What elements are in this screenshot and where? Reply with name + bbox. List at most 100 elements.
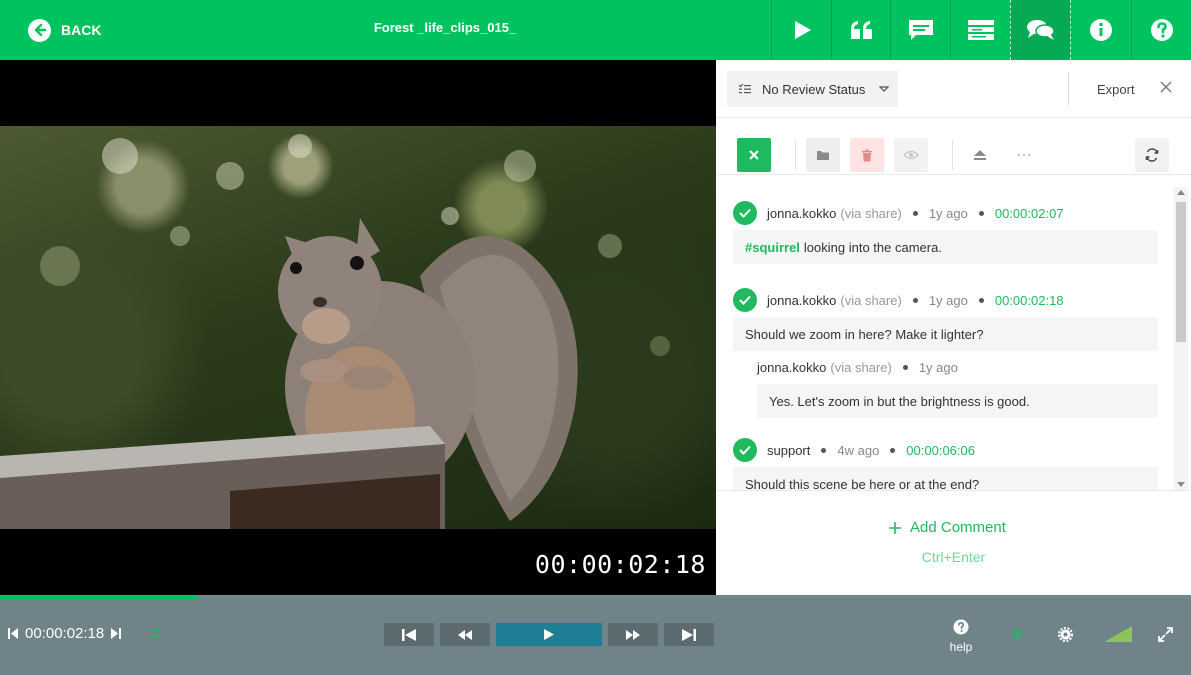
reply-body[interactable]: Yes. Let's zoom in but the brightness is… bbox=[757, 384, 1158, 418]
reply-time: 1y ago bbox=[918, 359, 958, 375]
comment-timecode-link[interactable]: 00:00:06:06 bbox=[906, 443, 975, 458]
back-button[interactable]: BACK bbox=[28, 18, 101, 42]
checkmark-icon[interactable] bbox=[733, 438, 757, 462]
help-label: help bbox=[949, 640, 973, 654]
skip-end-icon bbox=[682, 628, 696, 641]
visibility-button[interactable] bbox=[894, 138, 928, 172]
scroll-up-icon[interactable] bbox=[1177, 190, 1185, 195]
video-frame[interactable] bbox=[0, 126, 716, 529]
chat-icon bbox=[1026, 20, 1055, 40]
eye-icon bbox=[903, 150, 919, 160]
toolbar-divider bbox=[716, 117, 1191, 118]
export-button[interactable]: Export bbox=[1068, 72, 1135, 106]
page-title: Forest _life_clips_015_ bbox=[373, 20, 517, 35]
player-controls: 00:00:02:18 help bbox=[0, 599, 1191, 675]
comment-scrollbar[interactable] bbox=[1174, 187, 1188, 490]
chat-tab-button[interactable] bbox=[1010, 0, 1070, 60]
dot-separator bbox=[978, 297, 984, 303]
dot-separator bbox=[902, 364, 908, 370]
dot-separator bbox=[912, 210, 918, 216]
delete-button[interactable] bbox=[850, 138, 884, 172]
gear-icon[interactable] bbox=[1058, 627, 1073, 642]
separator bbox=[795, 140, 796, 170]
comment-via: (via share) bbox=[840, 205, 902, 221]
play-tab-button[interactable] bbox=[771, 0, 831, 60]
dot-separator bbox=[912, 297, 918, 303]
add-comment-label: Add Comment bbox=[910, 519, 1006, 536]
help-icon bbox=[953, 619, 969, 635]
fullscreen-icon[interactable] bbox=[1158, 627, 1173, 642]
comment-body[interactable]: Should this scene be here or at the end? bbox=[733, 467, 1158, 490]
clear-filter-button[interactable] bbox=[737, 138, 771, 172]
comment-author: jonna.kokko bbox=[767, 205, 837, 221]
compose-divider bbox=[716, 490, 1191, 491]
go-to-start-button[interactable] bbox=[384, 623, 434, 646]
loop-icon[interactable] bbox=[149, 627, 163, 640]
refresh-icon bbox=[1145, 148, 1159, 162]
dot-separator bbox=[821, 447, 827, 453]
back-label: BACK bbox=[61, 22, 102, 38]
close-icon[interactable] bbox=[1160, 80, 1172, 98]
layout-tab-button[interactable] bbox=[950, 0, 1010, 60]
close-icon bbox=[749, 150, 759, 160]
fast-forward-button[interactable] bbox=[608, 623, 658, 646]
top-bar: BACK Forest _life_clips_015_ bbox=[0, 0, 1191, 60]
player-timecode-group: 00:00:02:18 bbox=[8, 625, 163, 642]
step-forward-icon[interactable] bbox=[110, 627, 122, 640]
comment-timecode-link[interactable]: 00:00:02:07 bbox=[995, 206, 1064, 221]
info-tab-button[interactable] bbox=[1070, 0, 1130, 60]
go-to-end-button[interactable] bbox=[664, 623, 714, 646]
player-timecode: 00:00:02:18 bbox=[25, 625, 105, 642]
video-timecode: 00:00:02:18 bbox=[534, 550, 706, 579]
plus-icon bbox=[889, 521, 901, 534]
reply-author: jonna.kokko bbox=[757, 359, 827, 375]
scrollbar-thumb[interactable] bbox=[1176, 202, 1186, 342]
comment-time: 1y ago bbox=[928, 205, 968, 221]
settings-cog-icon[interactable] bbox=[1010, 627, 1024, 641]
comment-body[interactable]: Should we zoom in here? Make it lighter? bbox=[733, 317, 1158, 351]
reply-text: Yes. Let's zoom in but the brightness is… bbox=[769, 393, 1030, 409]
comment-list[interactable]: jonna.kokko (via share) 1y ago 00:00:02:… bbox=[716, 187, 1191, 490]
checkmark-icon[interactable] bbox=[733, 201, 757, 225]
scroll-down-icon[interactable] bbox=[1177, 482, 1185, 487]
comment-text: Should this scene be here or at the end? bbox=[745, 476, 980, 491]
help-tab-button[interactable] bbox=[1131, 0, 1191, 60]
comment-body[interactable]: #squirrel looking into the camera. bbox=[733, 230, 1158, 264]
separator bbox=[952, 140, 953, 170]
hashtag[interactable]: #squirrel bbox=[745, 240, 800, 255]
step-back-icon[interactable] bbox=[8, 627, 19, 640]
comment-author: jonna.kokko bbox=[767, 292, 837, 308]
more-icon bbox=[1018, 154, 1030, 156]
comment-tab-button[interactable] bbox=[890, 0, 950, 60]
help-button[interactable]: help bbox=[946, 619, 976, 654]
checkmark-icon[interactable] bbox=[733, 288, 757, 312]
play-button[interactable] bbox=[496, 623, 602, 646]
comment-timecode-link[interactable]: 00:00:02:18 bbox=[995, 293, 1064, 308]
play-icon bbox=[544, 629, 554, 640]
comment-header: jonna.kokko (via share) 1y ago 00:00:02:… bbox=[733, 288, 1064, 312]
dot-separator bbox=[978, 210, 984, 216]
quote-tab-button[interactable] bbox=[831, 0, 891, 60]
eject-button[interactable] bbox=[963, 138, 997, 172]
refresh-button[interactable] bbox=[1135, 138, 1169, 172]
rewind-icon bbox=[458, 629, 472, 640]
play-icon bbox=[794, 21, 811, 39]
help-icon bbox=[1150, 19, 1173, 41]
review-status-dropdown[interactable]: No Review Status bbox=[727, 71, 898, 107]
caret-down-icon bbox=[879, 86, 890, 92]
comment-text: looking into the camera. bbox=[803, 239, 942, 255]
comment-author: support bbox=[767, 442, 811, 458]
more-button[interactable] bbox=[1007, 138, 1041, 172]
rewind-button[interactable] bbox=[440, 623, 490, 646]
folder-button[interactable] bbox=[806, 138, 840, 172]
comments-panel: No Review Status Export jonna.kokko (via bbox=[716, 60, 1191, 595]
add-comment-button[interactable]: Add Comment bbox=[888, 519, 1006, 536]
layout-icon bbox=[967, 20, 994, 40]
comment-icon bbox=[908, 20, 933, 40]
skip-start-icon bbox=[402, 628, 416, 641]
volume-icon[interactable] bbox=[1104, 626, 1132, 642]
checklist-icon bbox=[738, 83, 751, 94]
video-player[interactable]: 00:00:02:18 bbox=[0, 60, 716, 595]
reply-via: (via share) bbox=[830, 359, 892, 375]
fast-forward-icon bbox=[626, 629, 640, 640]
